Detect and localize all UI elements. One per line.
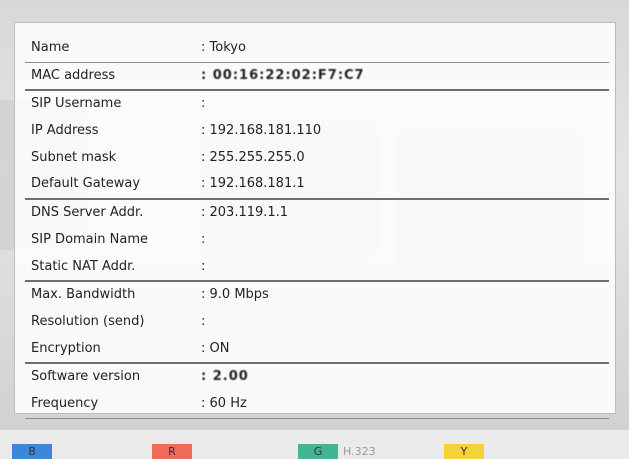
- info-value: Tokyo: [201, 35, 246, 62]
- info-label: Static NAT Addr.: [31, 258, 136, 274]
- info-value: 192.168.181.1: [201, 171, 305, 198]
- green-key-caption: H.323: [343, 445, 376, 458]
- info-label: Default Gateway: [31, 176, 141, 192]
- info-row-dns-server: DNS Server Addr. 203.119.1.1: [25, 200, 609, 227]
- info-row-sip-domain: SIP Domain Name: [25, 227, 609, 254]
- yellow-key-button[interactable]: Y: [444, 444, 484, 459]
- info-panel: Name Tokyo MAC address 00:16:22:02:F7:C7…: [14, 22, 616, 419]
- info-row-ip-address: IP Address 192.168.181.110: [25, 118, 609, 145]
- info-label: Encryption: [31, 340, 101, 356]
- info-row-encryption: Encryption ON: [25, 336, 609, 365]
- info-row-software-version: Software version 2.00: [25, 364, 609, 391]
- info-value: [201, 309, 205, 336]
- info-value: 255.255.255.0: [201, 145, 305, 172]
- info-row-name: Name Tokyo: [25, 35, 609, 63]
- info-row-frequency: Frequency 60 Hz: [25, 391, 609, 419]
- info-label: MAC address: [31, 67, 116, 83]
- info-value: 192.168.181.110: [201, 118, 322, 145]
- info-label: Name: [31, 40, 70, 55]
- green-key-button[interactable]: G: [298, 444, 338, 459]
- blue-key-button[interactable]: B: [12, 444, 52, 459]
- info-label: DNS Server Addr.: [31, 205, 144, 221]
- info-row-resolution-send: Resolution (send): [25, 309, 609, 336]
- info-value: [201, 254, 205, 281]
- info-label: Subnet mask: [31, 149, 117, 165]
- info-value: 2.00: [201, 364, 249, 391]
- info-value: [201, 91, 205, 118]
- info-label: Frequency: [31, 395, 99, 411]
- info-row-subnet-mask: Subnet mask 255.255.255.0: [25, 145, 609, 172]
- info-value: 60 Hz: [201, 391, 247, 418]
- info-row-sip-username: SIP Username: [25, 91, 609, 118]
- info-label: Max. Bandwidth: [31, 287, 136, 303]
- info-value: [201, 227, 205, 254]
- red-key-button[interactable]: R: [152, 444, 192, 459]
- info-label: SIP Domain Name: [31, 231, 148, 247]
- info-value: 00:16:22:02:F7:C7: [201, 63, 365, 90]
- info-label: SIP Username: [31, 96, 122, 112]
- info-row-max-bandwidth: Max. Bandwidth 9.0 Mbps: [25, 282, 609, 309]
- info-label: Resolution (send): [31, 313, 145, 329]
- info-table: Name Tokyo MAC address 00:16:22:02:F7:C7…: [25, 35, 609, 419]
- info-value: 9.0 Mbps: [201, 282, 269, 309]
- info-label: IP Address: [31, 123, 99, 139]
- info-row-static-nat: Static NAT Addr.: [25, 254, 609, 283]
- info-row-default-gateway: Default Gateway 192.168.181.1: [25, 171, 609, 201]
- info-label: Software version: [31, 369, 141, 385]
- remote-key-bar: B R G H.323 Y: [0, 430, 629, 459]
- info-value: 203.119.1.1: [201, 200, 289, 227]
- info-value: ON: [201, 336, 230, 363]
- info-row-mac: MAC address 00:16:22:02:F7:C7: [25, 63, 609, 92]
